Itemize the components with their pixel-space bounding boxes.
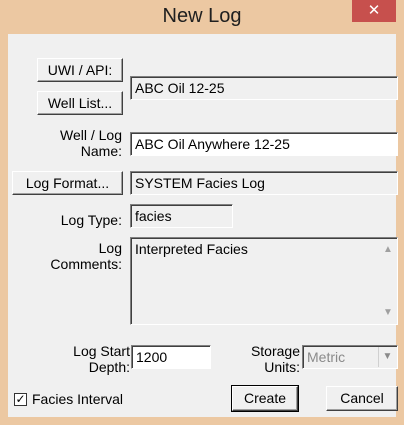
close-button[interactable]: ✕ bbox=[352, 0, 396, 22]
storage-units-value: Metric bbox=[307, 349, 346, 365]
facies-interval-checkbox[interactable]: ✓ bbox=[14, 393, 27, 406]
uwi-field: ABC Oil 12-25 bbox=[130, 76, 398, 100]
cancel-button[interactable]: Cancel bbox=[326, 386, 398, 411]
well-log-name-label: Well / Log Name: bbox=[60, 127, 122, 159]
log-format-button[interactable]: Log Format... bbox=[12, 171, 123, 195]
dialog-title: New Log bbox=[162, 5, 242, 27]
well-log-name-input[interactable]: ABC Oil Anywhere 12-25 bbox=[130, 132, 398, 156]
chevron-down-icon[interactable]: ▼ bbox=[383, 308, 393, 318]
log-comments-textarea[interactable]: Interpreted Facies ▲ ▼ bbox=[130, 237, 398, 325]
log-format-field: SYSTEM Facies Log bbox=[130, 171, 398, 195]
log-start-depth-label: Log Start Depth: bbox=[73, 343, 130, 375]
create-button[interactable]: Create bbox=[231, 385, 299, 412]
log-type-field: facies bbox=[130, 204, 233, 228]
storage-units-select[interactable]: Metric ▼ bbox=[302, 345, 398, 369]
window-frame-left bbox=[0, 34, 8, 425]
chevron-down-icon[interactable]: ▼ bbox=[378, 347, 396, 367]
log-comments-text: Interpreted Facies bbox=[135, 241, 248, 257]
log-comments-label: Log Comments: bbox=[50, 240, 122, 272]
checkmark-icon: ✓ bbox=[15, 392, 26, 406]
chevron-up-icon[interactable]: ▲ bbox=[383, 245, 393, 255]
new-log-dialog: New Log ✕ UWI / API: Well List... ABC Oi… bbox=[0, 0, 404, 425]
log-comments-scrollbar[interactable]: ▲ ▼ bbox=[379, 239, 396, 323]
close-icon: ✕ bbox=[367, 2, 381, 19]
facies-interval-label[interactable]: Facies Interval bbox=[32, 391, 172, 407]
storage-units-label: Storage Units: bbox=[250, 343, 300, 375]
log-start-depth-input[interactable]: 1200 bbox=[131, 345, 211, 369]
well-list-button[interactable]: Well List... bbox=[37, 91, 123, 115]
title-bar[interactable]: New Log ✕ bbox=[0, 0, 404, 34]
uwi-api-button[interactable]: UWI / API: bbox=[37, 58, 123, 82]
log-type-label: Log Type: bbox=[60, 212, 122, 228]
window-frame-bottom bbox=[0, 417, 404, 425]
